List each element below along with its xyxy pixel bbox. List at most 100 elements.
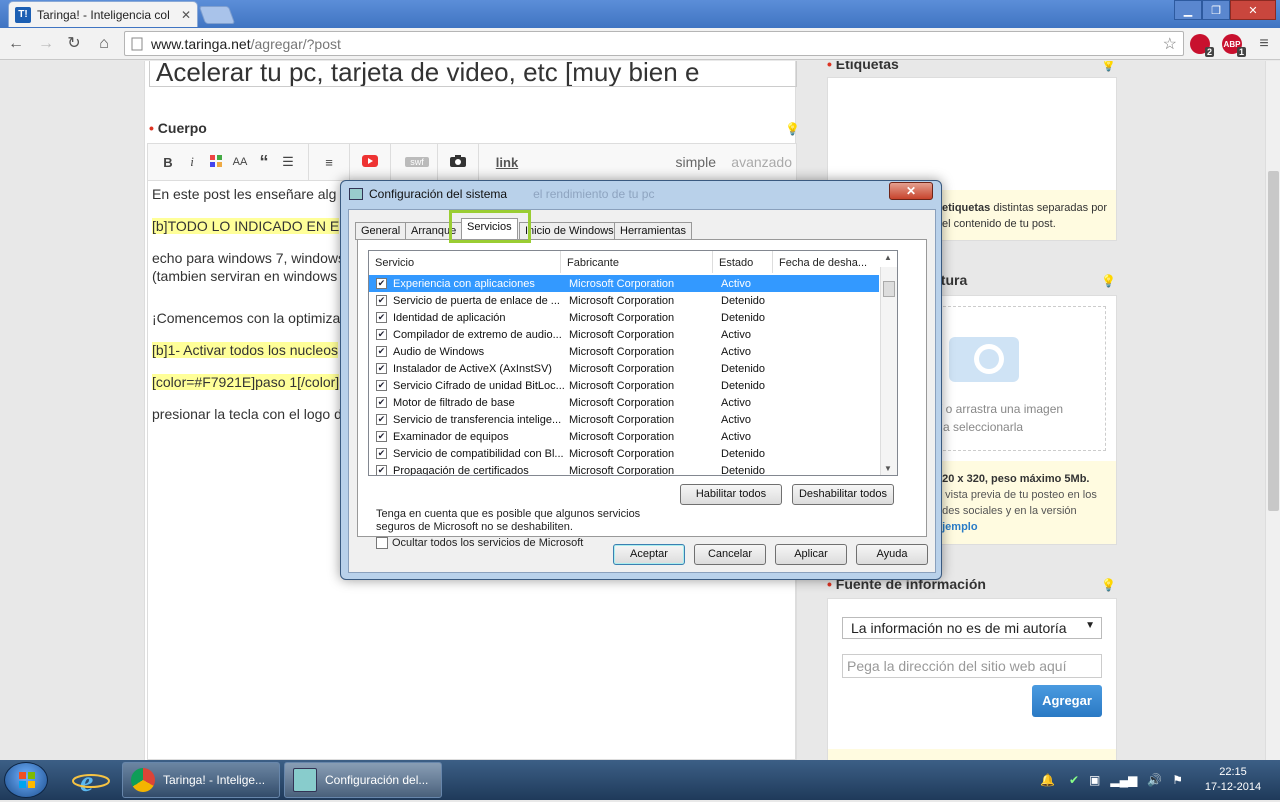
service-row[interactable]: ✔ Propagación de certificados Microsoft Co… [369, 462, 879, 475]
tab-inicio-windows[interactable]: Inicio de Windows [519, 222, 620, 240]
clock[interactable]: 22:15 17-12-2014 [1198, 765, 1268, 795]
fuente-select[interactable]: La información no es de mi autoría ▼ [842, 617, 1102, 639]
checkbox-icon[interactable] [376, 537, 388, 549]
scroll-down-icon[interactable]: ▼ [884, 464, 892, 473]
camera-icon[interactable] [446, 154, 470, 170]
tab-herramientas[interactable]: Herramientas [614, 222, 693, 240]
list-icon[interactable]: ☰ [276, 154, 300, 170]
reload-icon[interactable]: ↻ [64, 34, 84, 54]
menu-icon[interactable]: ≡ [1254, 34, 1274, 54]
service-checkbox[interactable]: ✔ [376, 465, 387, 475]
network-signal-icon[interactable]: ▂▄▆ [1110, 773, 1137, 787]
service-checkbox[interactable]: ✔ [376, 329, 387, 340]
new-tab-button[interactable] [198, 6, 236, 24]
device-icon[interactable]: ▣ [1089, 773, 1100, 787]
window-close-button[interactable]: ✕ [1230, 0, 1276, 20]
service-checkbox[interactable]: ✔ [376, 346, 387, 357]
swf-button[interactable]: swf [405, 157, 429, 167]
color-picker-icon[interactable] [204, 154, 228, 170]
service-row[interactable]: ✔ Servicio de compatibilidad con Bl... Mic… [369, 445, 879, 462]
security-icon[interactable]: ✔ [1069, 773, 1079, 787]
taskbar-msconfig[interactable]: Configuración del... [284, 762, 442, 798]
service-checkbox[interactable]: ✔ [376, 278, 387, 289]
help-button[interactable]: Ayuda [856, 544, 928, 565]
service-row[interactable]: ✔ Servicio Cifrado de unidad BitLoc... Mic… [369, 377, 879, 394]
disable-all-button[interactable]: Deshabilitar todos [792, 484, 894, 505]
bookmark-star-icon[interactable]: ☆ [1163, 34, 1177, 54]
apply-button[interactable]: Aplicar [775, 544, 847, 565]
agregar-button[interactable]: Agregar [1032, 685, 1102, 717]
scroll-up-icon[interactable]: ▲ [884, 253, 892, 262]
align-icon[interactable]: ≡ [317, 155, 341, 170]
service-row[interactable]: ✔ Identidad de aplicación Microsoft Corpor… [369, 309, 879, 326]
adblock-icon[interactable]: ABP 1 [1222, 34, 1246, 57]
service-row[interactable]: ✔ Examinador de equipos Microsoft Corporat… [369, 428, 879, 445]
quote-button[interactable]: “ [252, 152, 276, 173]
service-name: Experiencia con aplicaciones [393, 277, 535, 290]
column-estado[interactable]: Estado [713, 251, 773, 273]
service-row[interactable]: ✔ Experiencia con aplicaciones Microsoft C… [369, 275, 879, 292]
enable-all-button[interactable]: Habilitar todos [680, 484, 782, 505]
bold-button[interactable]: B [156, 155, 180, 170]
services-list[interactable]: Servicio Fabricante Estado Fecha de desh… [368, 250, 898, 476]
fuente-footer [828, 749, 1116, 760]
youtube-icon[interactable] [358, 154, 382, 170]
forward-arrow-icon[interactable]: → [36, 34, 56, 54]
service-checkbox[interactable]: ✔ [376, 295, 387, 306]
service-checkbox[interactable]: ✔ [376, 380, 387, 391]
tab-close-icon[interactable]: ✕ [181, 8, 191, 22]
taskbar-chrome[interactable]: Taringa! - Intelige... [122, 762, 280, 798]
back-arrow-icon[interactable]: ← [6, 34, 26, 54]
maximize-button[interactable]: ❐ [1202, 0, 1230, 20]
help-bulb-icon[interactable]: 💡 [1101, 578, 1116, 592]
post-title-input[interactable]: Acelerar tu pc, tarjeta de video, etc [m… [149, 61, 797, 87]
service-row[interactable]: ✔ Servicio de puerta de enlace de ... Micr… [369, 292, 879, 309]
address-bar[interactable]: www.taringa.net/agregar/?post ☆ [124, 31, 1184, 56]
flag-icon[interactable]: ⚑ [1172, 773, 1183, 787]
service-row[interactable]: ✔ Audio de Windows Microsoft Corporation Ac… [369, 343, 879, 360]
page-scrollbar[interactable] [1265, 61, 1280, 760]
service-row[interactable]: ✔ Motor de filtrado de base Microsoft Corp… [369, 394, 879, 411]
list-scrollbar[interactable]: ▲ ▼ [880, 253, 897, 475]
column-fabricante[interactable]: Fabricante [561, 251, 713, 273]
browser-tab[interactable]: T! Taringa! - Inteligencia col ✕ [8, 1, 198, 27]
hide-ms-services-checkbox[interactable]: Ocultar todos los servicios de Microsoft [376, 537, 583, 549]
service-checkbox[interactable]: ✔ [376, 448, 387, 459]
service-checkbox[interactable]: ✔ [376, 431, 387, 442]
home-icon[interactable]: ⌂ [94, 34, 114, 54]
service-row[interactable]: ✔ Compilador de extremo de audio... Micros… [369, 326, 879, 343]
link-button[interactable]: link [487, 155, 527, 170]
service-checkbox[interactable]: ✔ [376, 363, 387, 374]
svg-text:e: e [80, 765, 93, 796]
italic-button[interactable]: i [180, 154, 204, 170]
start-button[interactable] [4, 762, 48, 798]
column-servicio[interactable]: Servicio [369, 251, 561, 273]
service-checkbox[interactable]: ✔ [376, 397, 387, 408]
help-bulb-icon[interactable]: 💡 [785, 122, 800, 136]
minimize-button[interactable]: ▁ [1174, 0, 1202, 20]
internet-explorer-icon[interactable]: e [68, 764, 114, 798]
service-checkbox[interactable]: ✔ [376, 414, 387, 425]
service-row[interactable]: ✔ Instalador de ActiveX (AxInstSV) Microso… [369, 360, 879, 377]
mode-simple-toggle[interactable]: simple [676, 154, 716, 170]
ok-button[interactable]: Aceptar [613, 544, 685, 565]
list-scroll-thumb[interactable] [883, 281, 895, 297]
notification-icon[interactable]: 🔔 [1040, 773, 1055, 787]
service-checkbox[interactable]: ✔ [376, 312, 387, 323]
help-bulb-icon[interactable]: 💡 [1101, 61, 1116, 72]
fuente-url-input[interactable]: Pega la dirección del sitio web aquí [842, 654, 1102, 678]
volume-icon[interactable]: 🔊 [1147, 773, 1162, 787]
mode-advanced-toggle[interactable]: avanzado [731, 154, 792, 170]
tab-general[interactable]: General [355, 222, 407, 240]
service-row[interactable]: ✔ Servicio de transferencia intelige... Mi… [369, 411, 879, 428]
ejemplo-link[interactable]: ejemplo [936, 521, 978, 533]
scrollbar-thumb[interactable] [1268, 171, 1279, 511]
dialog-close-button[interactable]: ✕ [889, 182, 933, 200]
service-maker: Microsoft Corporation [569, 379, 675, 392]
column-fecha[interactable]: Fecha de desha... [773, 251, 881, 273]
etiquetas-input[interactable] [828, 78, 1116, 190]
help-bulb-icon[interactable]: 💡 [1101, 274, 1116, 288]
extension-stop-icon[interactable]: 2 [1190, 34, 1214, 57]
font-size-button[interactable]: AA [228, 156, 252, 168]
cancel-button[interactable]: Cancelar [694, 544, 766, 565]
